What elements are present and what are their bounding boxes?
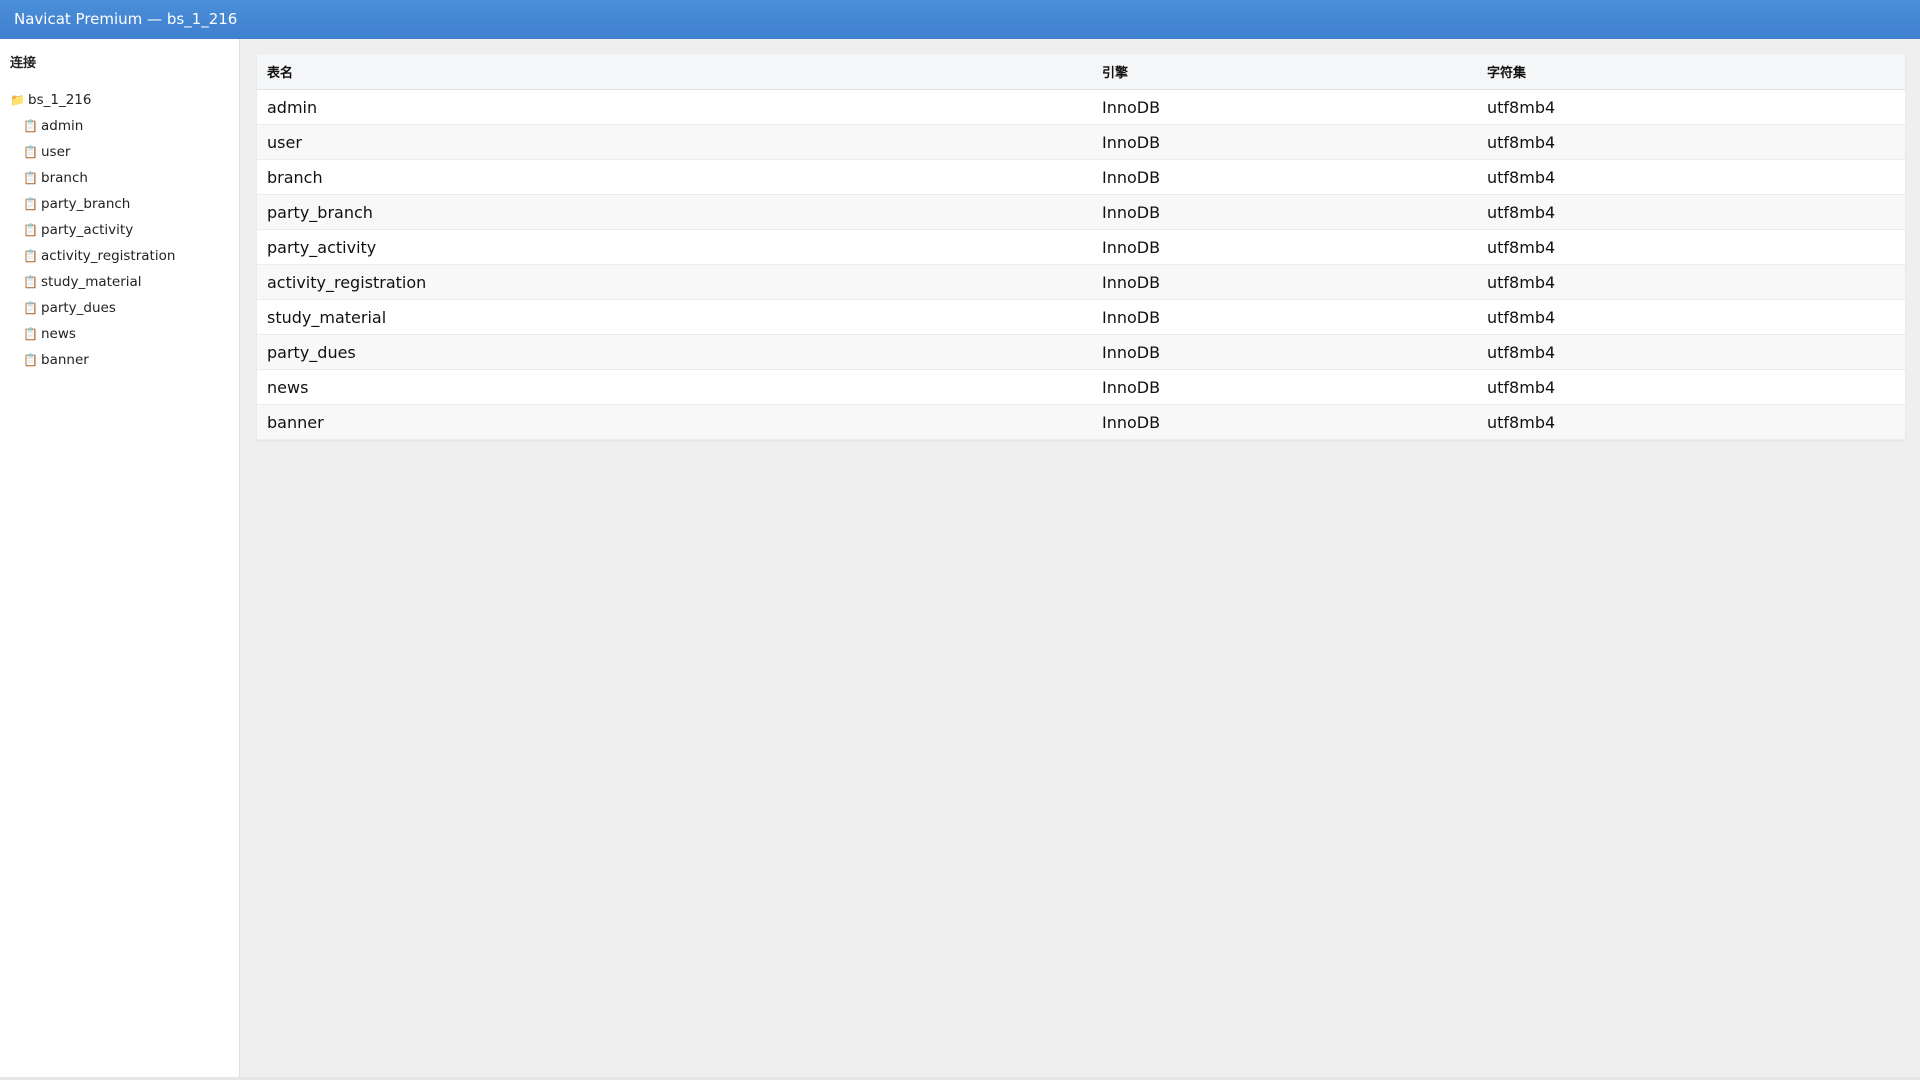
tree-item-label: admin — [41, 118, 84, 134]
tree-item-label: news — [41, 326, 76, 342]
table-icon: 📋 — [23, 145, 38, 159]
cell-engine[interactable]: InnoDB — [1092, 369, 1477, 405]
cell-table-name[interactable]: user — [257, 124, 1092, 160]
cell-charset[interactable]: utf8mb4 — [1477, 404, 1905, 440]
tree-item-user[interactable]: 📋 user — [10, 139, 175, 165]
column-header-engine[interactable]: 引擎 — [1092, 54, 1477, 90]
cell-charset[interactable]: utf8mb4 — [1477, 334, 1905, 370]
table-row[interactable]: activity_registration InnoDB utf8mb4 — [257, 264, 1905, 300]
table-icon: 📋 — [23, 327, 38, 341]
tree-item-study-material[interactable]: 📋 study_material — [10, 269, 175, 295]
table-row[interactable]: news InnoDB utf8mb4 — [257, 369, 1905, 405]
tree-item-label: branch — [41, 170, 88, 186]
table-icon: 📋 — [23, 171, 38, 185]
cell-engine[interactable]: InnoDB — [1092, 89, 1477, 125]
cell-engine[interactable]: InnoDB — [1092, 229, 1477, 265]
cell-charset[interactable]: utf8mb4 — [1477, 229, 1905, 265]
cell-table-name[interactable]: news — [257, 369, 1092, 405]
column-header-charset[interactable]: 字符集 — [1477, 54, 1905, 90]
tree-item-label: party_activity — [41, 222, 134, 238]
cell-charset[interactable]: utf8mb4 — [1477, 369, 1905, 405]
cell-engine[interactable]: InnoDB — [1092, 299, 1477, 335]
cell-engine[interactable]: InnoDB — [1092, 124, 1477, 160]
cell-engine[interactable]: InnoDB — [1092, 264, 1477, 300]
cell-engine[interactable]: InnoDB — [1092, 159, 1477, 195]
main-panel: 表名 引擎 字符集 admin InnoDB utf8mb4 user InnoDB ut… — [241, 39, 1920, 1077]
tree-item-label: party_dues — [41, 300, 116, 316]
tree-item-branch[interactable]: 📋 branch — [10, 165, 175, 191]
table-icon: 📋 — [23, 197, 38, 211]
cell-charset[interactable]: utf8mb4 — [1477, 194, 1905, 230]
cell-engine[interactable]: InnoDB — [1092, 404, 1477, 440]
tree-item-party-branch[interactable]: 📋 party_branch — [10, 191, 175, 217]
sidebar: 连接 📁 bs_1_216 📋 admin 📋 user 📋 branch 📋 party_b… — [0, 39, 240, 1077]
tree-item-news[interactable]: 📋 news — [10, 321, 175, 347]
table-row[interactable]: admin InnoDB utf8mb4 — [257, 89, 1905, 125]
table-icon: 📋 — [23, 119, 38, 133]
table-row[interactable]: party_branch InnoDB utf8mb4 — [257, 194, 1905, 230]
title-bar: Navicat Premium — bs_1_216 — [0, 0, 1920, 39]
tree-item-label: user — [41, 144, 71, 160]
cell-charset[interactable]: utf8mb4 — [1477, 159, 1905, 195]
tree-item-label: party_branch — [41, 196, 131, 212]
table-icon: 📋 — [23, 353, 38, 367]
table-row[interactable]: branch InnoDB utf8mb4 — [257, 159, 1905, 195]
table-icon: 📋 — [23, 223, 38, 237]
tree-item-party-activity[interactable]: 📋 party_activity — [10, 217, 175, 243]
cell-table-name[interactable]: activity_registration — [257, 264, 1092, 300]
connection-tree: 📁 bs_1_216 📋 admin 📋 user 📋 branch 📋 party_bran… — [10, 87, 175, 373]
window-title: Navicat Premium — bs_1_216 — [14, 10, 238, 28]
tree-item-banner[interactable]: 📋 banner — [10, 347, 175, 373]
table-list-grid: 表名 引擎 字符集 admin InnoDB utf8mb4 user InnoDB ut… — [257, 54, 1905, 440]
cell-charset[interactable]: utf8mb4 — [1477, 89, 1905, 125]
cell-table-name[interactable]: study_material — [257, 299, 1092, 335]
tree-item-party-dues[interactable]: 📋 party_dues — [10, 295, 175, 321]
cell-engine[interactable]: InnoDB — [1092, 194, 1477, 230]
cell-table-name[interactable]: party_activity — [257, 229, 1092, 265]
cell-table-name[interactable]: party_dues — [257, 334, 1092, 370]
table-row[interactable]: party_activity InnoDB utf8mb4 — [257, 229, 1905, 265]
table-icon: 📋 — [23, 275, 38, 289]
tree-item-database[interactable]: 📁 bs_1_216 — [10, 87, 175, 113]
folder-icon: 📁 — [10, 93, 25, 107]
grid-header-row: 表名 引擎 字符集 — [257, 54, 1905, 90]
tree-item-label: activity_registration — [41, 248, 176, 264]
table-icon: 📋 — [23, 301, 38, 315]
cell-engine[interactable]: InnoDB — [1092, 334, 1477, 370]
table-row[interactable]: banner InnoDB utf8mb4 — [257, 404, 1905, 440]
tree-item-label: banner — [41, 352, 89, 368]
table-row[interactable]: user InnoDB utf8mb4 — [257, 124, 1905, 160]
cell-charset[interactable]: utf8mb4 — [1477, 299, 1905, 335]
table-icon: 📋 — [23, 249, 38, 263]
cell-charset[interactable]: utf8mb4 — [1477, 124, 1905, 160]
cell-table-name[interactable]: branch — [257, 159, 1092, 195]
sidebar-heading: 连接 — [10, 56, 37, 71]
tree-item-label: study_material — [41, 274, 142, 290]
tree-item-label: bs_1_216 — [28, 92, 92, 108]
cell-charset[interactable]: utf8mb4 — [1477, 264, 1905, 300]
tree-item-activity-registration[interactable]: 📋 activity_registration — [10, 243, 175, 269]
column-header-table-name[interactable]: 表名 — [257, 54, 1092, 90]
cell-table-name[interactable]: party_branch — [257, 194, 1092, 230]
table-row[interactable]: party_dues InnoDB utf8mb4 — [257, 334, 1905, 370]
tree-item-admin[interactable]: 📋 admin — [10, 113, 175, 139]
cell-table-name[interactable]: admin — [257, 89, 1092, 125]
cell-table-name[interactable]: banner — [257, 404, 1092, 440]
table-row[interactable]: study_material InnoDB utf8mb4 — [257, 299, 1905, 335]
grid-body: admin InnoDB utf8mb4 user InnoDB utf8mb4 branc… — [257, 89, 1905, 440]
